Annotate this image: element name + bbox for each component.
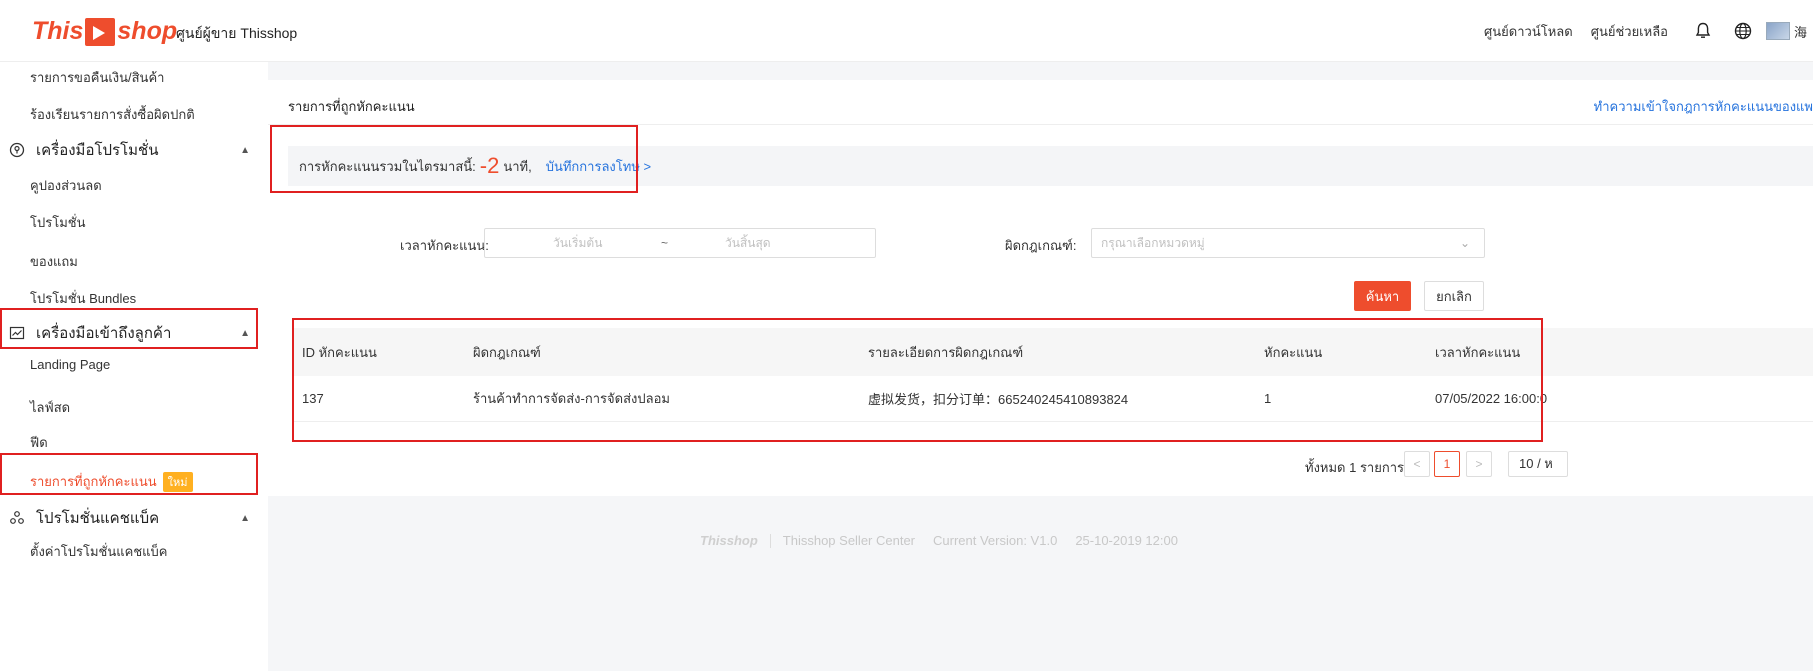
sidebar-item-abnormal-order[interactable]: ร้องเรียนรายการสั่งซื้อผิดปกติ [30,104,195,125]
sidebar: รายการขอคืนเงิน/สินค้า ร้องเรียนรายการสั… [0,62,268,671]
footer-divider [769,533,771,548]
sidebar-group-label: โปรโมชั่นแคชแบ็ค [36,510,160,527]
download-center-link[interactable]: ศูนย์ดาวน์โหลด [1484,21,1573,42]
highlight-box-summary [270,125,638,193]
sidebar-group-promo-tools[interactable]: เครื่องมือโปรโมชั่น ▲ [8,138,260,162]
logo-this-text: This [32,17,84,45]
filter-rule-label: ผิดกฎเกณฑ์: [1005,238,1077,253]
date-range-picker[interactable]: วันเริ่มต้น ~ วันสิ้นสุด [484,228,876,258]
page-size-select[interactable]: 10 / ห [1508,451,1568,477]
bell-icon[interactable] [1686,14,1720,48]
footer-name: Thisshop Seller Center [782,533,916,548]
logo-shop-text: shop [117,17,178,45]
sidebar-item-gift[interactable]: ของแถม [30,251,78,272]
rule-category-select[interactable]: กรุณาเลือกหมวดหมู่ ⌄ [1091,228,1485,258]
highlight-box-customer-tools [0,308,258,349]
caret-up-icon: ▲ [240,512,250,524]
filter-time-label: เวลาหักคะแนน: [400,238,489,253]
footer-version: Current Version: V1.0 [933,533,1058,548]
footer: Thisshop Thisshop Seller Center Current … [700,533,1178,548]
thisshop-logo[interactable]: This shop [32,17,177,46]
sidebar-item-refund[interactable]: รายการขอคืนเงิน/สินค้า [30,67,164,88]
sidebar-item-live[interactable]: ไลฟ์สด [30,397,70,418]
highlight-box-table [292,318,1543,442]
rule-select-placeholder: กรุณาเลือกหมวดหมู่ [1101,236,1205,250]
cashback-icon [8,509,26,527]
top-right-nav: ศูนย์ดาวน์โหลด ศูนย์ช่วยเหลือ 海 [1484,0,1813,62]
cancel-button[interactable]: ยกเลิก [1424,281,1484,311]
end-date-input[interactable]: วันสิ้นสุด [725,234,771,253]
sidebar-item-feed[interactable]: ฟีด [30,432,48,453]
seller-center-title: ศูนย์ผู้ขาย Thisshop [176,25,298,41]
user-name[interactable]: 海 [1794,22,1807,41]
logo-bag-icon [85,17,116,46]
highlight-box-deduction-item [0,453,258,495]
sidebar-item-promotion[interactable]: โปรโมชั่น [30,212,85,233]
page-title: รายการที่ถูกหักคะแนน [288,99,415,114]
sidebar-item-bundles[interactable]: โปรโมชั่น Bundles [30,288,136,309]
chevron-down-icon: ⌄ [1459,236,1470,250]
avatar[interactable] [1765,22,1790,40]
sidebar-item-landing-page[interactable]: Landing Page [30,357,110,372]
footer-logo: Thisshop [700,533,758,548]
start-date-input[interactable]: วันเริ่มต้น [553,234,602,253]
sidebar-item-cashback-settings[interactable]: ตั้งค่าโปรโมชั่นแคชแบ็ค [30,541,168,562]
prev-page-button[interactable]: < [1404,451,1430,477]
pagination-total: ทั้งหมด 1 รายการ [1305,460,1405,475]
page-1-button[interactable]: 1 [1434,451,1460,477]
top-bar: This shop ศูนย์ผู้ขาย Thisshop ศูนย์ดาวน… [0,0,1813,62]
search-button[interactable]: ค้นหา [1354,281,1411,311]
range-separator: ~ [661,236,669,250]
sidebar-group-cashback[interactable]: โปรโมชั่นแคชแบ็ค ▲ [8,506,260,530]
promo-icon [8,141,26,159]
next-page-button[interactable]: > [1466,451,1492,477]
sidebar-item-coupon[interactable]: คูปองส่วนลด [30,175,102,196]
help-center-link[interactable]: ศูนย์ช่วยเหลือ [1591,21,1668,42]
rules-help-link[interactable]: ทำความเข้าใจกฎการหักคะแนนของแพ [1594,96,1813,117]
caret-up-icon: ▲ [240,144,250,156]
footer-date: 25-10-2019 12:00 [1075,533,1178,548]
globe-icon[interactable] [1726,14,1760,48]
sidebar-group-label: เครื่องมือโปรโมชั่น [36,142,159,159]
